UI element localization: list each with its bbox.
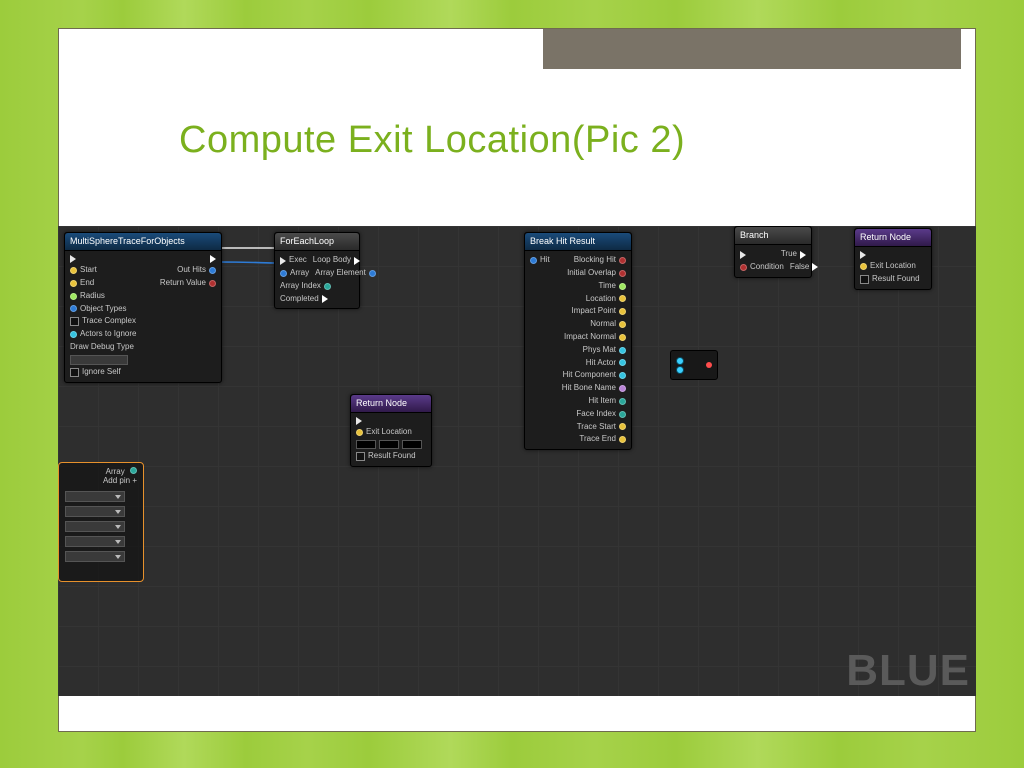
slide-background: Compute Exit Location(Pic 2) — [0, 0, 1024, 768]
watermark: BLUE — [846, 646, 970, 696]
blueprint-canvas[interactable]: MultiSphereTraceForObjects StartOut Hits… — [58, 226, 976, 696]
add-pin-button[interactable]: Add pin + — [59, 476, 143, 487]
node-title: MultiSphereTraceForObjects — [65, 233, 221, 251]
node-equals[interactable] — [670, 350, 718, 380]
node-title: Branch — [735, 227, 811, 245]
node-return-center[interactable]: Return Node Exit Location Result Found — [350, 394, 432, 467]
node-return-right[interactable]: Return Node Exit Location Result Found — [854, 228, 932, 290]
slide-header-tab — [539, 29, 965, 73]
slide-title: Compute Exit Location(Pic 2) — [179, 119, 685, 162]
node-title: Return Node — [855, 229, 931, 247]
pin-vector[interactable] — [70, 267, 77, 274]
node-title: Return Node — [351, 395, 431, 413]
node-title: Break Hit Result — [525, 233, 631, 251]
node-make-array[interactable]: Array Add pin + — [58, 462, 144, 582]
checkbox-ignore-self[interactable] — [70, 368, 79, 377]
dropdown-debug-type[interactable] — [70, 355, 128, 365]
checkbox-trace-complex[interactable] — [70, 317, 79, 326]
node-branch[interactable]: Branch True ConditionFalse — [734, 226, 812, 278]
node-break-hit[interactable]: Break Hit Result HitBlocking HitInitial … — [524, 232, 632, 450]
node-foreach[interactable]: ForEachLoop ExecLoop Body ArrayArray Ele… — [274, 232, 360, 309]
node-title: ForEachLoop — [275, 233, 359, 251]
node-multispheretrace[interactable]: MultiSphereTraceForObjects StartOut Hits… — [64, 232, 222, 383]
